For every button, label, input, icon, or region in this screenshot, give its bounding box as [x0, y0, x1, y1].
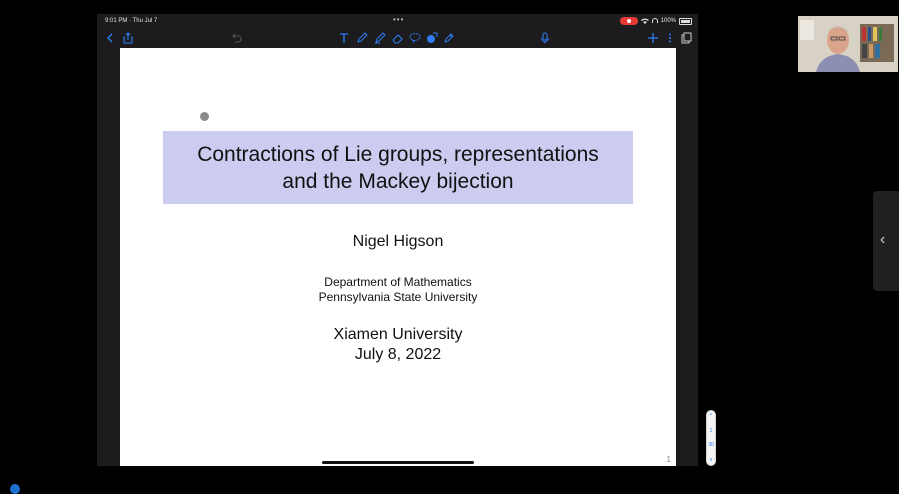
scrubber-total-pages: 30	[708, 442, 714, 449]
page-scrubber[interactable]: ^ 1 30 v	[706, 410, 716, 466]
share-icon[interactable]	[121, 31, 135, 45]
back-icon[interactable]	[103, 31, 117, 45]
scrubber-down-icon[interactable]: v	[710, 457, 713, 463]
slide-date: July 8, 2022	[354, 346, 442, 363]
status-right: 100%	[619, 14, 692, 28]
presenter-video-image	[798, 16, 898, 72]
undo-icon[interactable]	[229, 31, 243, 45]
add-icon[interactable]	[646, 31, 660, 45]
scrubber-up-icon[interactable]: ^	[710, 413, 712, 419]
slide-title-box: Contractions of Lie groups, representati…	[163, 131, 633, 204]
slide-author: Nigel Higson	[352, 233, 444, 250]
highlighter-icon[interactable]	[373, 31, 387, 45]
slide-department: Department of Mathematics	[324, 275, 472, 289]
slide-university: Pennsylvania State University	[318, 290, 478, 304]
battery-percent: 100%	[660, 18, 676, 24]
battery-icon	[679, 17, 692, 25]
chevron-left-icon: ‹	[880, 231, 886, 248]
pencil-icon[interactable]	[442, 31, 456, 45]
screen-recording-icon[interactable]	[619, 17, 638, 25]
text-tool-icon[interactable]	[337, 31, 351, 45]
laser-pointer-dot	[200, 112, 209, 121]
status-time: 9:01 PM · Thu Jul 7	[105, 18, 158, 24]
scrubber-current-page: 1	[709, 427, 713, 434]
status-bar: 9:01 PM · Thu Jul 7 ••• 100%	[97, 14, 698, 28]
slide-title-line-1: Contractions of Lie groups, representati…	[197, 142, 599, 166]
home-indicator[interactable]	[322, 461, 474, 464]
pen-icon[interactable]	[355, 31, 369, 45]
pages-icon[interactable]	[679, 31, 693, 45]
presenter-webcam-thumbnail[interactable]	[798, 16, 898, 72]
corner-indicator	[10, 484, 20, 494]
multitasking-dots[interactable]: •••	[393, 14, 404, 27]
microphone-icon[interactable]	[538, 31, 552, 45]
more-icon[interactable]	[663, 31, 677, 45]
lasso-icon[interactable]	[408, 31, 422, 45]
slide-page[interactable]: Contractions of Lie groups, representati…	[120, 48, 716, 466]
shapes-icon[interactable]	[425, 31, 439, 45]
slide-title-line-2: and the Mackey bijection	[282, 169, 514, 193]
slide-page-number: 1	[666, 455, 671, 464]
slide-venue: Xiamen University	[333, 326, 463, 343]
side-panel-toggle[interactable]: ‹	[873, 191, 899, 291]
wifi-icon	[640, 18, 649, 24]
eraser-icon[interactable]	[391, 31, 405, 45]
toolbar	[97, 28, 698, 48]
headphones-icon	[651, 18, 658, 23]
